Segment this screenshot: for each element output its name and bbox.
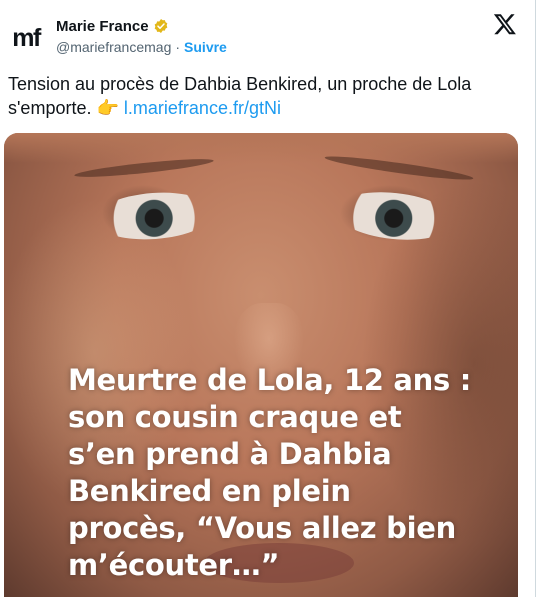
separator: · (175, 39, 181, 55)
account-name[interactable]: Marie France (56, 18, 149, 35)
x-logo-icon[interactable] (493, 12, 517, 36)
account-handle-row: @mariefrancemag · Suivre (56, 38, 227, 56)
media-caption: Meurtre de Lola, 12 ans : son cousin cra… (68, 363, 472, 582)
avatar[interactable]: mf (6, 22, 46, 54)
article-link[interactable]: l.mariefrance.fr/gtNi (124, 98, 281, 118)
pointing-hand-icon: 👉 (96, 98, 119, 118)
tweet-media-image[interactable]: Meurtre de Lola, 12 ans : son cousin cra… (4, 133, 518, 597)
follow-button[interactable]: Suivre (184, 39, 227, 55)
tweet-text-line1: Tension au procès de Dahbia Benkired, un… (8, 74, 472, 94)
account-name-row: Marie France (56, 16, 169, 36)
verified-badge-icon (154, 19, 167, 33)
tweet-text: Tension au procès de Dahbia Benkired, un… (8, 72, 528, 120)
avatar-text: mf (12, 23, 41, 52)
tweet-card: mf Marie France @mariefrancemag · Suivre… (0, 0, 536, 597)
photo-hair (4, 133, 518, 163)
tweet-text-line2: s'emporte. (8, 98, 97, 118)
account-handle[interactable]: @mariefrancemag (56, 39, 171, 55)
